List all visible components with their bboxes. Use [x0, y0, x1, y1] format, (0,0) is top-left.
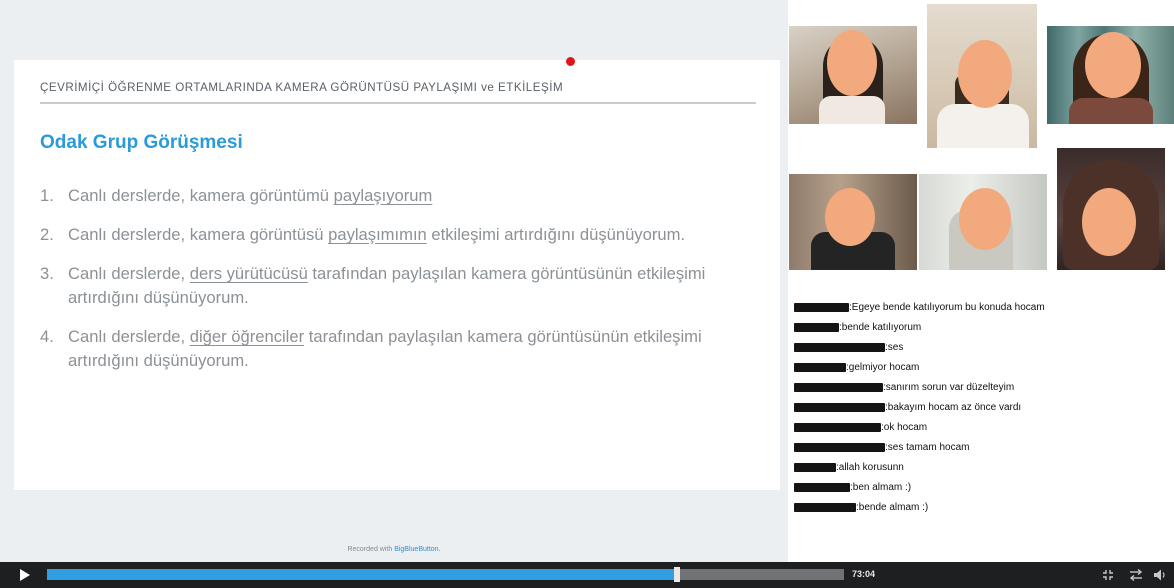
item-text-end: etkileşimi artırdığını düşünüyorum.: [426, 225, 686, 244]
redacted-username: [794, 343, 885, 352]
webcam-video: [1057, 148, 1165, 270]
face-mask: [1085, 32, 1141, 98]
chat-message-text: :ben almam :): [850, 482, 912, 493]
slide-list-item: 2. Canlı derslerde, kamera görüntüsü payl…: [40, 223, 740, 247]
chat-message-text: :ses: [885, 342, 904, 353]
slide: ÇEVRİMİÇİ ÖĞRENME ORTAMLARINDA KAMERA GÖ…: [14, 60, 780, 490]
progress-track[interactable]: [47, 567, 844, 582]
item-text: Canlı derslerde,: [68, 327, 190, 346]
chat-message-text: :bende almam :): [856, 502, 929, 513]
chat-message-text: :bende katılıyorum: [839, 322, 922, 333]
face-mask: [959, 188, 1011, 250]
redacted-username: [794, 443, 885, 452]
webcam-video: [789, 26, 917, 124]
redacted-username: [794, 423, 881, 432]
recorded-brand: BigBlueButton.: [394, 546, 441, 553]
scrub-handle[interactable]: [673, 567, 680, 582]
item-text: Canlı derslerde, kamera görüntümü: [68, 186, 334, 205]
redacted-username: [794, 403, 885, 412]
item-underlined-text: diğer öğrenciler: [189, 327, 305, 346]
redacted-username: [794, 383, 883, 392]
webcam-panel: [788, 0, 1174, 295]
item-number: 3.: [40, 264, 54, 283]
slide-list-item: 1. Canlı derslerde, kamera görüntümü payl…: [40, 184, 740, 208]
play-icon[interactable]: [20, 569, 30, 581]
volume-icon[interactable]: [1152, 567, 1168, 583]
chat-message-text: :ok hocam: [881, 422, 928, 433]
redacted-username: [794, 483, 850, 492]
recorded-prefix: Recorded with: [347, 546, 395, 553]
chat-message-text: :bakayım hocam az önce vardı: [885, 402, 1022, 413]
item-number: 1.: [40, 186, 54, 205]
item-number: 4.: [40, 327, 54, 346]
face-mask: [827, 30, 877, 96]
webcam-video: [1047, 26, 1174, 124]
slide-header: ÇEVRİMİÇİ ÖĞRENME ORTAMLARINDA KAMERA GÖ…: [40, 81, 756, 104]
slide-list-item: 4. Canlı derslerde, diğer öğrenciler tara…: [40, 325, 740, 373]
slide-list-item: 3. Canlı derslerde, ders yürütücüsü taraf…: [40, 262, 740, 310]
item-underlined-text: paylaşımımın: [328, 225, 427, 244]
chat-message-text: :allah korusunn: [836, 462, 904, 473]
presenter-pointer: [566, 57, 575, 66]
presentation-area: ÇEVRİMİÇİ ÖĞRENME ORTAMLARINDA KAMERA GÖ…: [0, 0, 788, 562]
playback-bar: 73:04: [0, 562, 1174, 588]
webcam-video: [789, 174, 917, 270]
item-text: Canlı derslerde, kamera görüntüsü: [68, 225, 329, 244]
swap-layout-icon[interactable]: [1128, 567, 1144, 583]
chat-panel: :Egeye bende katılıyorum bu konuda hocam…: [788, 298, 1174, 560]
redacted-username: [794, 323, 839, 332]
face-mask: [1082, 188, 1136, 256]
chat-message-text: :Egeye bende katılıyorum bu konuda hocam: [849, 302, 1045, 313]
item-underlined-text: paylaşıyorum: [333, 186, 433, 205]
redacted-username: [794, 503, 856, 512]
webcam-video: [919, 174, 1047, 270]
face-mask: [825, 188, 875, 246]
item-text: Canlı derslerde,: [68, 264, 190, 283]
current-time: 73:04: [852, 569, 876, 579]
slide-list: 1. Canlı derslerde, kamera görüntümü payl…: [40, 184, 740, 388]
slide-heading: Odak Grup Görüşmesi: [40, 132, 243, 153]
face-mask: [958, 40, 1012, 108]
chat-message-text: :sanırım sorun var düzelteyim: [883, 382, 1015, 393]
item-underlined-text: ders yürütücüsü: [189, 264, 308, 283]
progress-fill: [47, 569, 677, 580]
chat-message-text: :gelmiyor hocam: [846, 362, 920, 373]
recorded-with-label: Recorded with BigBlueButton.: [0, 546, 788, 553]
redacted-username: [794, 463, 836, 472]
fullscreen-icon[interactable]: [1100, 567, 1116, 583]
chat-message-text: :ses tamam hocam: [885, 442, 970, 453]
redacted-username: [794, 363, 846, 372]
webcam-video: [927, 4, 1037, 148]
item-number: 2.: [40, 225, 54, 244]
redacted-username: [794, 303, 849, 312]
